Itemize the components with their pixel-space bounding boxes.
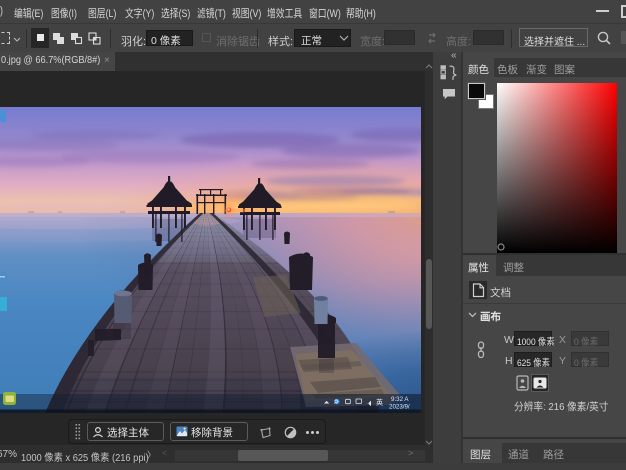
svg-text:9:32 A: 9:32 A: [391, 396, 409, 403]
svg-text:英: 英: [376, 398, 383, 407]
svg-text:2023/9/: 2023/9/: [389, 404, 410, 411]
